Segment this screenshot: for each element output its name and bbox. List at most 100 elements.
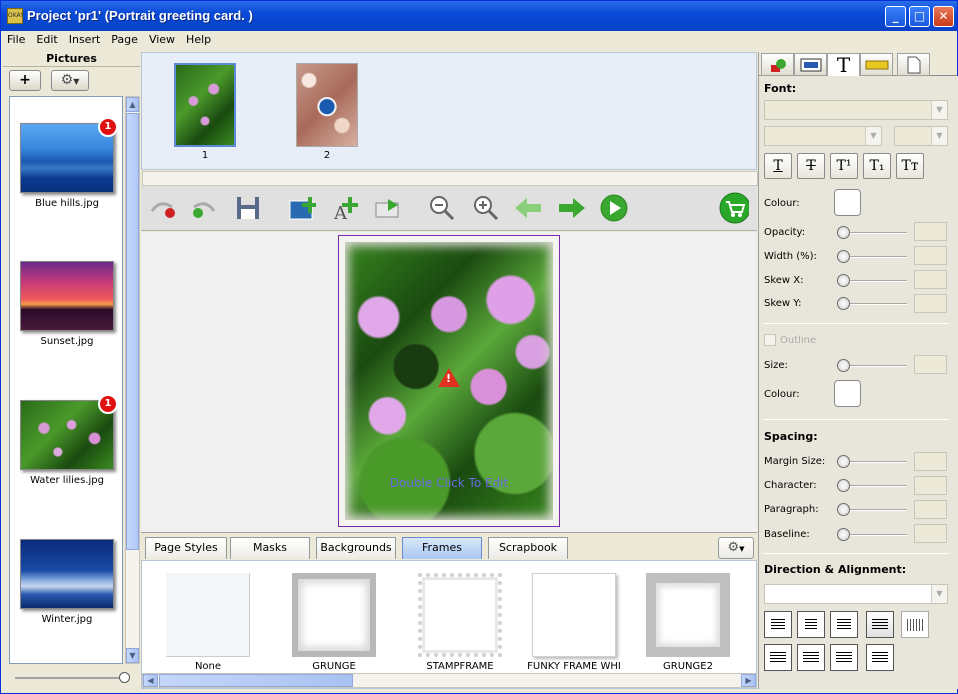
menu-insert[interactable]: Insert <box>63 31 106 46</box>
picture-item-blue-hills[interactable]: 1 Blue hills.jpg <box>10 117 122 209</box>
menu-view[interactable]: View <box>143 31 180 46</box>
underline-button[interactable]: T <box>764 153 792 179</box>
zoom-in-icon[interactable] <box>471 194 501 222</box>
menu-help[interactable]: Help <box>180 31 216 46</box>
slider-knob[interactable] <box>837 274 850 287</box>
skew-x-value[interactable] <box>914 270 947 289</box>
justify-center-button[interactable] <box>797 644 825 671</box>
paragraph-slider[interactable] <box>837 503 907 516</box>
justify-right-button[interactable] <box>830 644 858 671</box>
page-tab-icon[interactable] <box>897 53 930 76</box>
tab-page-styles[interactable]: Page Styles <box>145 537 227 559</box>
play-icon[interactable] <box>599 194 629 222</box>
pictures-scrollbar[interactable]: ▲ ▼ <box>125 96 140 664</box>
skew-x-slider[interactable] <box>837 274 907 287</box>
redo-icon[interactable] <box>189 194 219 222</box>
add-page-icon[interactable] <box>373 194 403 222</box>
width-slider[interactable] <box>837 250 907 263</box>
slider-knob[interactable] <box>837 297 850 310</box>
tab-frames[interactable]: Frames <box>402 537 482 559</box>
slider-knob[interactable] <box>837 250 850 263</box>
slider-knob[interactable] <box>837 455 850 468</box>
page-thumbnail-2[interactable]: 2 <box>296 63 358 161</box>
frame-item-stampframe[interactable]: STAMPFRAME <box>398 573 522 672</box>
character-value[interactable] <box>914 476 947 495</box>
font-family-select[interactable]: ▼ <box>764 100 948 120</box>
scroll-thumb[interactable] <box>159 674 353 687</box>
shopping-cart-icon[interactable] <box>719 192 749 224</box>
slider-knob[interactable] <box>837 359 850 372</box>
slider-knob[interactable] <box>119 672 130 683</box>
slider-knob[interactable] <box>837 503 850 516</box>
outline-size-slider[interactable] <box>837 359 907 372</box>
scroll-down-button[interactable]: ▼ <box>126 648 139 663</box>
add-image-icon[interactable] <box>287 194 317 222</box>
margin-size-slider[interactable] <box>837 455 907 468</box>
add-picture-button[interactable]: + <box>9 70 41 91</box>
slider-knob[interactable] <box>837 528 850 541</box>
strikethrough-button[interactable]: T <box>797 153 825 179</box>
align-right-button[interactable] <box>830 611 858 638</box>
tab-scrapbook[interactable]: Scrapbook <box>488 537 568 559</box>
card-photo[interactable]: ! Double Click To Edit <box>338 235 560 527</box>
frame-item-none[interactable]: None <box>146 573 270 672</box>
direction-select[interactable]: ▼ <box>764 584 948 604</box>
align-left-button[interactable] <box>764 611 792 638</box>
font-size-select[interactable]: ▼ <box>894 126 948 146</box>
undo-icon[interactable] <box>147 194 177 222</box>
outline-colour-swatch[interactable] <box>834 380 861 407</box>
maximize-button[interactable]: □ <box>909 6 930 27</box>
picture-item-winter[interactable]: Winter.jpg <box>10 539 122 625</box>
previous-page-icon[interactable] <box>513 194 543 222</box>
frame-item-grunge[interactable]: GRUNGE <box>272 573 396 672</box>
character-slider[interactable] <box>837 479 907 492</box>
scroll-right-button[interactable]: ▶ <box>741 674 756 687</box>
picture-item-sunset[interactable]: Sunset.jpg <box>10 261 122 347</box>
tabs-settings-button[interactable]: ⚙▼ <box>718 537 754 559</box>
picture-item-water-lilies[interactable]: 1 Water lilies.jpg <box>10 394 122 486</box>
text-tab-icon[interactable]: T <box>827 53 860 77</box>
pictures-list[interactable]: 1 Blue hills.jpg Sunset.jpg 1 Water lili… <box>9 96 123 664</box>
baseline-value[interactable] <box>914 524 947 543</box>
justify-left-button[interactable] <box>764 644 792 671</box>
align-dropdown-button[interactable] <box>866 611 894 638</box>
small-caps-button[interactable]: Tт <box>896 153 924 179</box>
superscript-button[interactable]: T¹ <box>830 153 858 179</box>
page-thumbnail-1[interactable]: 1 <box>174 63 236 161</box>
justify-all-button[interactable] <box>866 644 894 671</box>
outline-checkbox[interactable] <box>764 334 776 346</box>
zoom-out-icon[interactable] <box>427 194 457 222</box>
skew-y-slider[interactable] <box>837 297 907 310</box>
scroll-thumb[interactable] <box>126 113 139 550</box>
skew-y-value[interactable] <box>914 294 947 313</box>
width-value[interactable] <box>914 246 947 265</box>
page-canvas[interactable]: ! Double Click To Edit <box>141 232 757 532</box>
margin-size-value[interactable] <box>914 452 947 471</box>
align-center-button[interactable] <box>797 611 825 638</box>
tab-masks[interactable]: Masks <box>230 537 310 559</box>
shapes-tab-icon[interactable] <box>761 53 794 76</box>
scroll-up-button[interactable]: ▲ <box>126 97 139 112</box>
frame-item-grunge2[interactable]: GRUNGE2 <box>626 573 750 672</box>
paragraph-value[interactable] <box>914 500 947 519</box>
scroll-left-button[interactable]: ◀ <box>143 674 158 687</box>
menu-edit[interactable]: Edit <box>30 31 62 46</box>
justify-grid-button[interactable] <box>901 611 929 638</box>
slider-knob[interactable] <box>837 479 850 492</box>
text-colour-swatch[interactable] <box>834 189 861 216</box>
menu-file[interactable]: File <box>1 31 30 46</box>
pages-scrollbar[interactable] <box>142 171 758 186</box>
opacity-value[interactable] <box>914 222 947 241</box>
outline-size-value[interactable] <box>914 355 947 374</box>
slider-knob[interactable] <box>837 226 850 239</box>
opacity-slider[interactable] <box>837 226 907 239</box>
ruler-tab-icon[interactable] <box>860 53 893 76</box>
pictures-settings-button[interactable]: ⚙▼ <box>51 70 89 91</box>
baseline-slider[interactable] <box>837 528 907 541</box>
save-icon[interactable] <box>233 194 263 222</box>
frame-tab-icon[interactable] <box>794 53 827 76</box>
frames-scrollbar[interactable]: ◀ ▶ <box>142 673 756 688</box>
minimize-button[interactable]: _ <box>885 6 906 27</box>
menu-page[interactable]: Page <box>105 31 143 46</box>
font-style-select[interactable]: ▼ <box>764 126 882 146</box>
